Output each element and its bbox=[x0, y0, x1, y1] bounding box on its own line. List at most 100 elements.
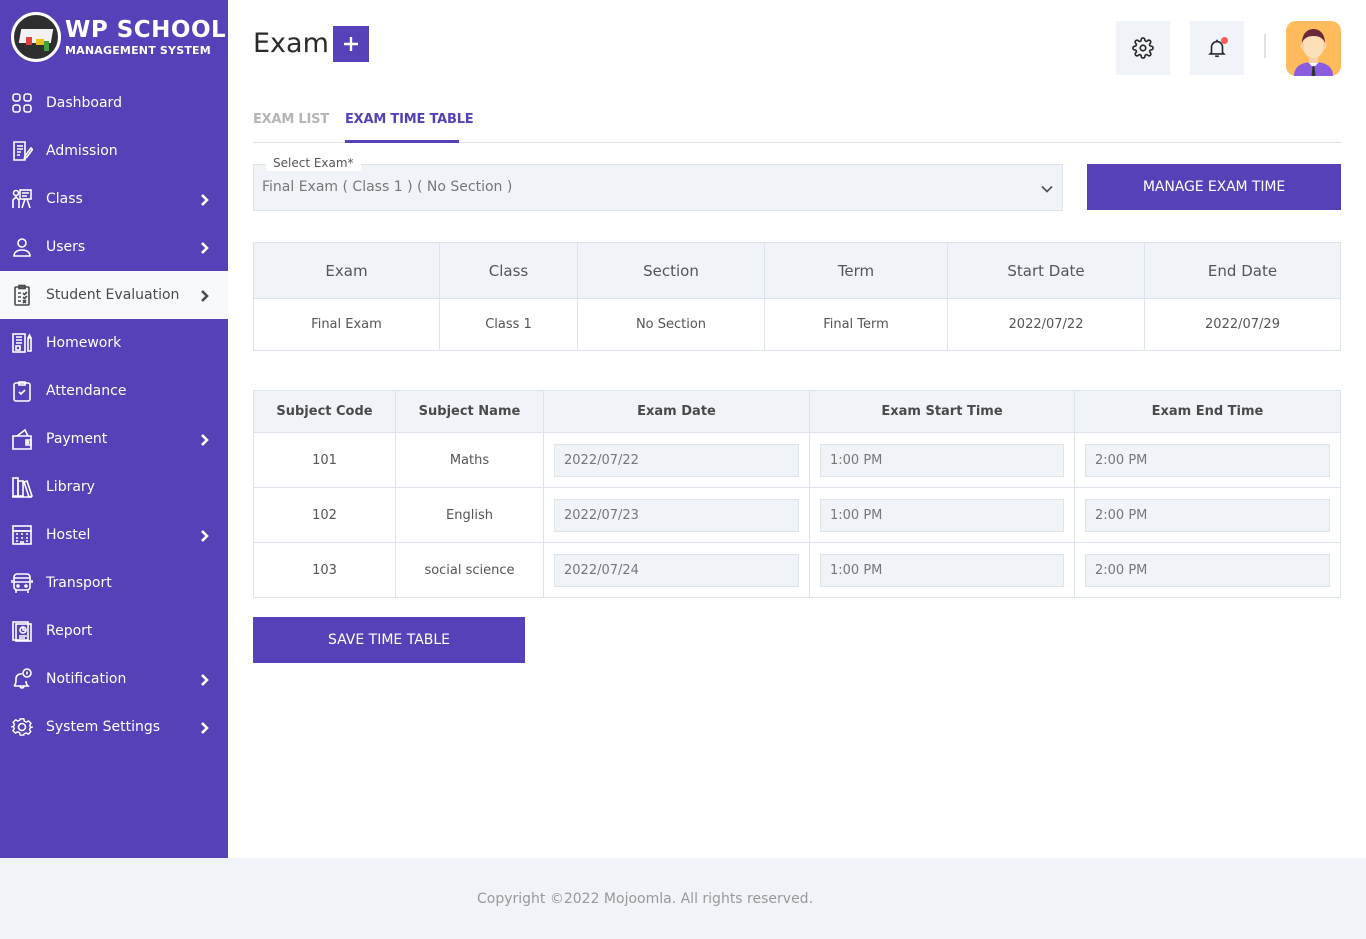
sidebar-item-label: Student Evaluation bbox=[46, 287, 180, 303]
exam-end-time-input[interactable] bbox=[1085, 498, 1330, 532]
page-title: Exam bbox=[253, 28, 329, 59]
sidebar-item-label: Attendance bbox=[46, 383, 127, 399]
sidebar-item-payment[interactable]: Payment bbox=[0, 415, 228, 463]
chevron-down-icon bbox=[1040, 181, 1054, 195]
subject-name-cell: social science bbox=[395, 542, 544, 598]
school-logo-icon bbox=[11, 12, 61, 62]
save-time-table-button[interactable]: SAVE TIME TABLE bbox=[253, 617, 525, 663]
sidebar-item-admission[interactable]: Admission bbox=[0, 127, 228, 175]
tab-exam-list[interactable]: EXAM LIST bbox=[253, 112, 329, 127]
sidebar-item-users[interactable]: Users bbox=[0, 223, 228, 271]
add-exam-button[interactable] bbox=[333, 26, 369, 62]
wallet-icon bbox=[11, 428, 33, 450]
sidebar-item-dashboard[interactable]: Dashboard bbox=[0, 79, 228, 127]
table-header-row: Subject Code Subject Name Exam Date Exam… bbox=[253, 390, 1341, 433]
sidebar-item-homework[interactable]: Homework bbox=[0, 319, 228, 367]
chevron-right-icon[interactable] bbox=[200, 432, 210, 446]
column-header: Subject Name bbox=[395, 390, 544, 433]
sidebar-item-report[interactable]: Report bbox=[0, 607, 228, 655]
sidebar-item-attendance[interactable]: Attendance bbox=[0, 367, 228, 415]
manage-exam-time-button[interactable]: MANAGE EXAM TIME bbox=[1087, 164, 1341, 210]
column-header: Exam Date bbox=[543, 390, 810, 433]
table-row: 103 social science bbox=[253, 542, 1341, 598]
sidebar-item-label: Homework bbox=[46, 335, 122, 351]
sidebar-nav: Dashboard Admission Class Users Student … bbox=[0, 79, 228, 751]
section-cell: No Section bbox=[577, 298, 765, 351]
sidebar-item-label: Report bbox=[46, 623, 93, 639]
column-header: Exam Start Time bbox=[809, 390, 1075, 433]
start-date-cell: 2022/07/22 bbox=[947, 298, 1145, 351]
main-content: Exam EXAM LIST EXAM TIME TABLE Select Ex… bbox=[228, 0, 1366, 858]
exam-start-time-input[interactable] bbox=[820, 498, 1064, 532]
chevron-right-icon[interactable] bbox=[200, 528, 210, 542]
notification-badge-dot bbox=[1221, 37, 1228, 44]
chevron-right-icon[interactable] bbox=[200, 720, 210, 734]
exam-info-table: Exam Class Section Term Start Date End D… bbox=[253, 242, 1341, 351]
exam-date-input[interactable] bbox=[554, 443, 799, 477]
sidebar-item-library[interactable]: Library bbox=[0, 463, 228, 511]
subject-code-cell: 102 bbox=[253, 487, 396, 543]
sidebar-item-label: Users bbox=[46, 239, 86, 255]
bus-icon bbox=[11, 572, 33, 594]
table-row: 101 Maths bbox=[253, 432, 1341, 488]
subject-name-cell: English bbox=[395, 487, 544, 543]
sidebar-item-hostel[interactable]: Hostel bbox=[0, 511, 228, 559]
sidebar-item-notification[interactable]: Notification bbox=[0, 655, 228, 703]
subject-name-cell: Maths bbox=[395, 432, 544, 488]
column-header: Exam bbox=[253, 242, 440, 299]
column-header: Term bbox=[764, 242, 948, 299]
chevron-right-icon[interactable] bbox=[200, 240, 210, 254]
exam-start-time-input[interactable] bbox=[820, 553, 1064, 587]
sidebar-item-label: Dashboard bbox=[46, 95, 122, 111]
table-row: 102 English bbox=[253, 487, 1341, 543]
sidebar-item-transport[interactable]: Transport bbox=[0, 559, 228, 607]
user-icon bbox=[11, 236, 33, 258]
exam-date-input[interactable] bbox=[554, 498, 799, 532]
chevron-right-icon[interactable] bbox=[200, 288, 210, 302]
column-header: Start Date bbox=[947, 242, 1145, 299]
column-header: Section bbox=[577, 242, 765, 299]
exam-cell: Final Exam bbox=[253, 298, 440, 351]
gear-icon bbox=[11, 716, 33, 738]
column-header: End Date bbox=[1144, 242, 1341, 299]
sidebar-item-label: Class bbox=[46, 191, 83, 207]
brand-logo[interactable]: WP SCHOOL MANAGEMENT SYSTEM bbox=[11, 12, 226, 62]
term-cell: Final Term bbox=[764, 298, 948, 351]
clipboard-checklist-icon bbox=[11, 284, 33, 306]
column-header: Exam End Time bbox=[1074, 390, 1341, 433]
avatar-person-icon bbox=[1294, 29, 1333, 76]
user-avatar[interactable] bbox=[1286, 21, 1341, 76]
books-icon bbox=[11, 476, 33, 498]
sidebar-item-system-settings[interactable]: System Settings bbox=[0, 703, 228, 751]
table-header-row: Exam Class Section Term Start Date End D… bbox=[253, 242, 1341, 299]
homework-notebook-icon bbox=[11, 332, 33, 354]
class-teacher-icon bbox=[11, 188, 33, 210]
exam-start-time-input[interactable] bbox=[820, 443, 1064, 477]
end-date-cell: 2022/07/29 bbox=[1144, 298, 1341, 351]
chevron-right-icon[interactable] bbox=[200, 192, 210, 206]
chevron-right-icon[interactable] bbox=[200, 672, 210, 686]
settings-button[interactable] bbox=[1116, 21, 1170, 75]
exam-date-input[interactable] bbox=[554, 553, 799, 587]
sidebar-item-label: Library bbox=[46, 479, 95, 495]
notifications-button[interactable] bbox=[1190, 21, 1244, 75]
exam-end-time-input[interactable] bbox=[1085, 443, 1330, 477]
report-icon bbox=[11, 620, 33, 642]
sidebar-item-class[interactable]: Class bbox=[0, 175, 228, 223]
select-exam-dropdown[interactable]: Select Exam* Final Exam ( Class 1 ) ( No… bbox=[253, 155, 1063, 211]
select-exam-label: Select Exam* bbox=[266, 155, 361, 171]
exam-end-time-input[interactable] bbox=[1085, 553, 1330, 587]
footer: Copyright ©2022 Mojoomla. All rights res… bbox=[0, 858, 1366, 939]
exam-timetable-table: Subject Code Subject Name Exam Date Exam… bbox=[253, 390, 1341, 598]
sidebar-item-label: Notification bbox=[46, 671, 127, 687]
sidebar-item-label: Payment bbox=[46, 431, 108, 447]
tab-exam-time-table[interactable]: EXAM TIME TABLE bbox=[345, 112, 474, 127]
dashboard-grid-icon bbox=[11, 92, 33, 114]
clipboard-check-icon bbox=[11, 380, 33, 402]
select-exam-value: Final Exam ( Class 1 ) ( No Section ) bbox=[262, 179, 513, 195]
building-icon bbox=[11, 524, 33, 546]
bell-notification-icon bbox=[11, 668, 33, 690]
sidebar-item-label: Transport bbox=[46, 575, 112, 591]
sidebar-item-label: Hostel bbox=[46, 527, 91, 543]
sidebar-item-student-evaluation[interactable]: Student Evaluation bbox=[0, 271, 228, 319]
